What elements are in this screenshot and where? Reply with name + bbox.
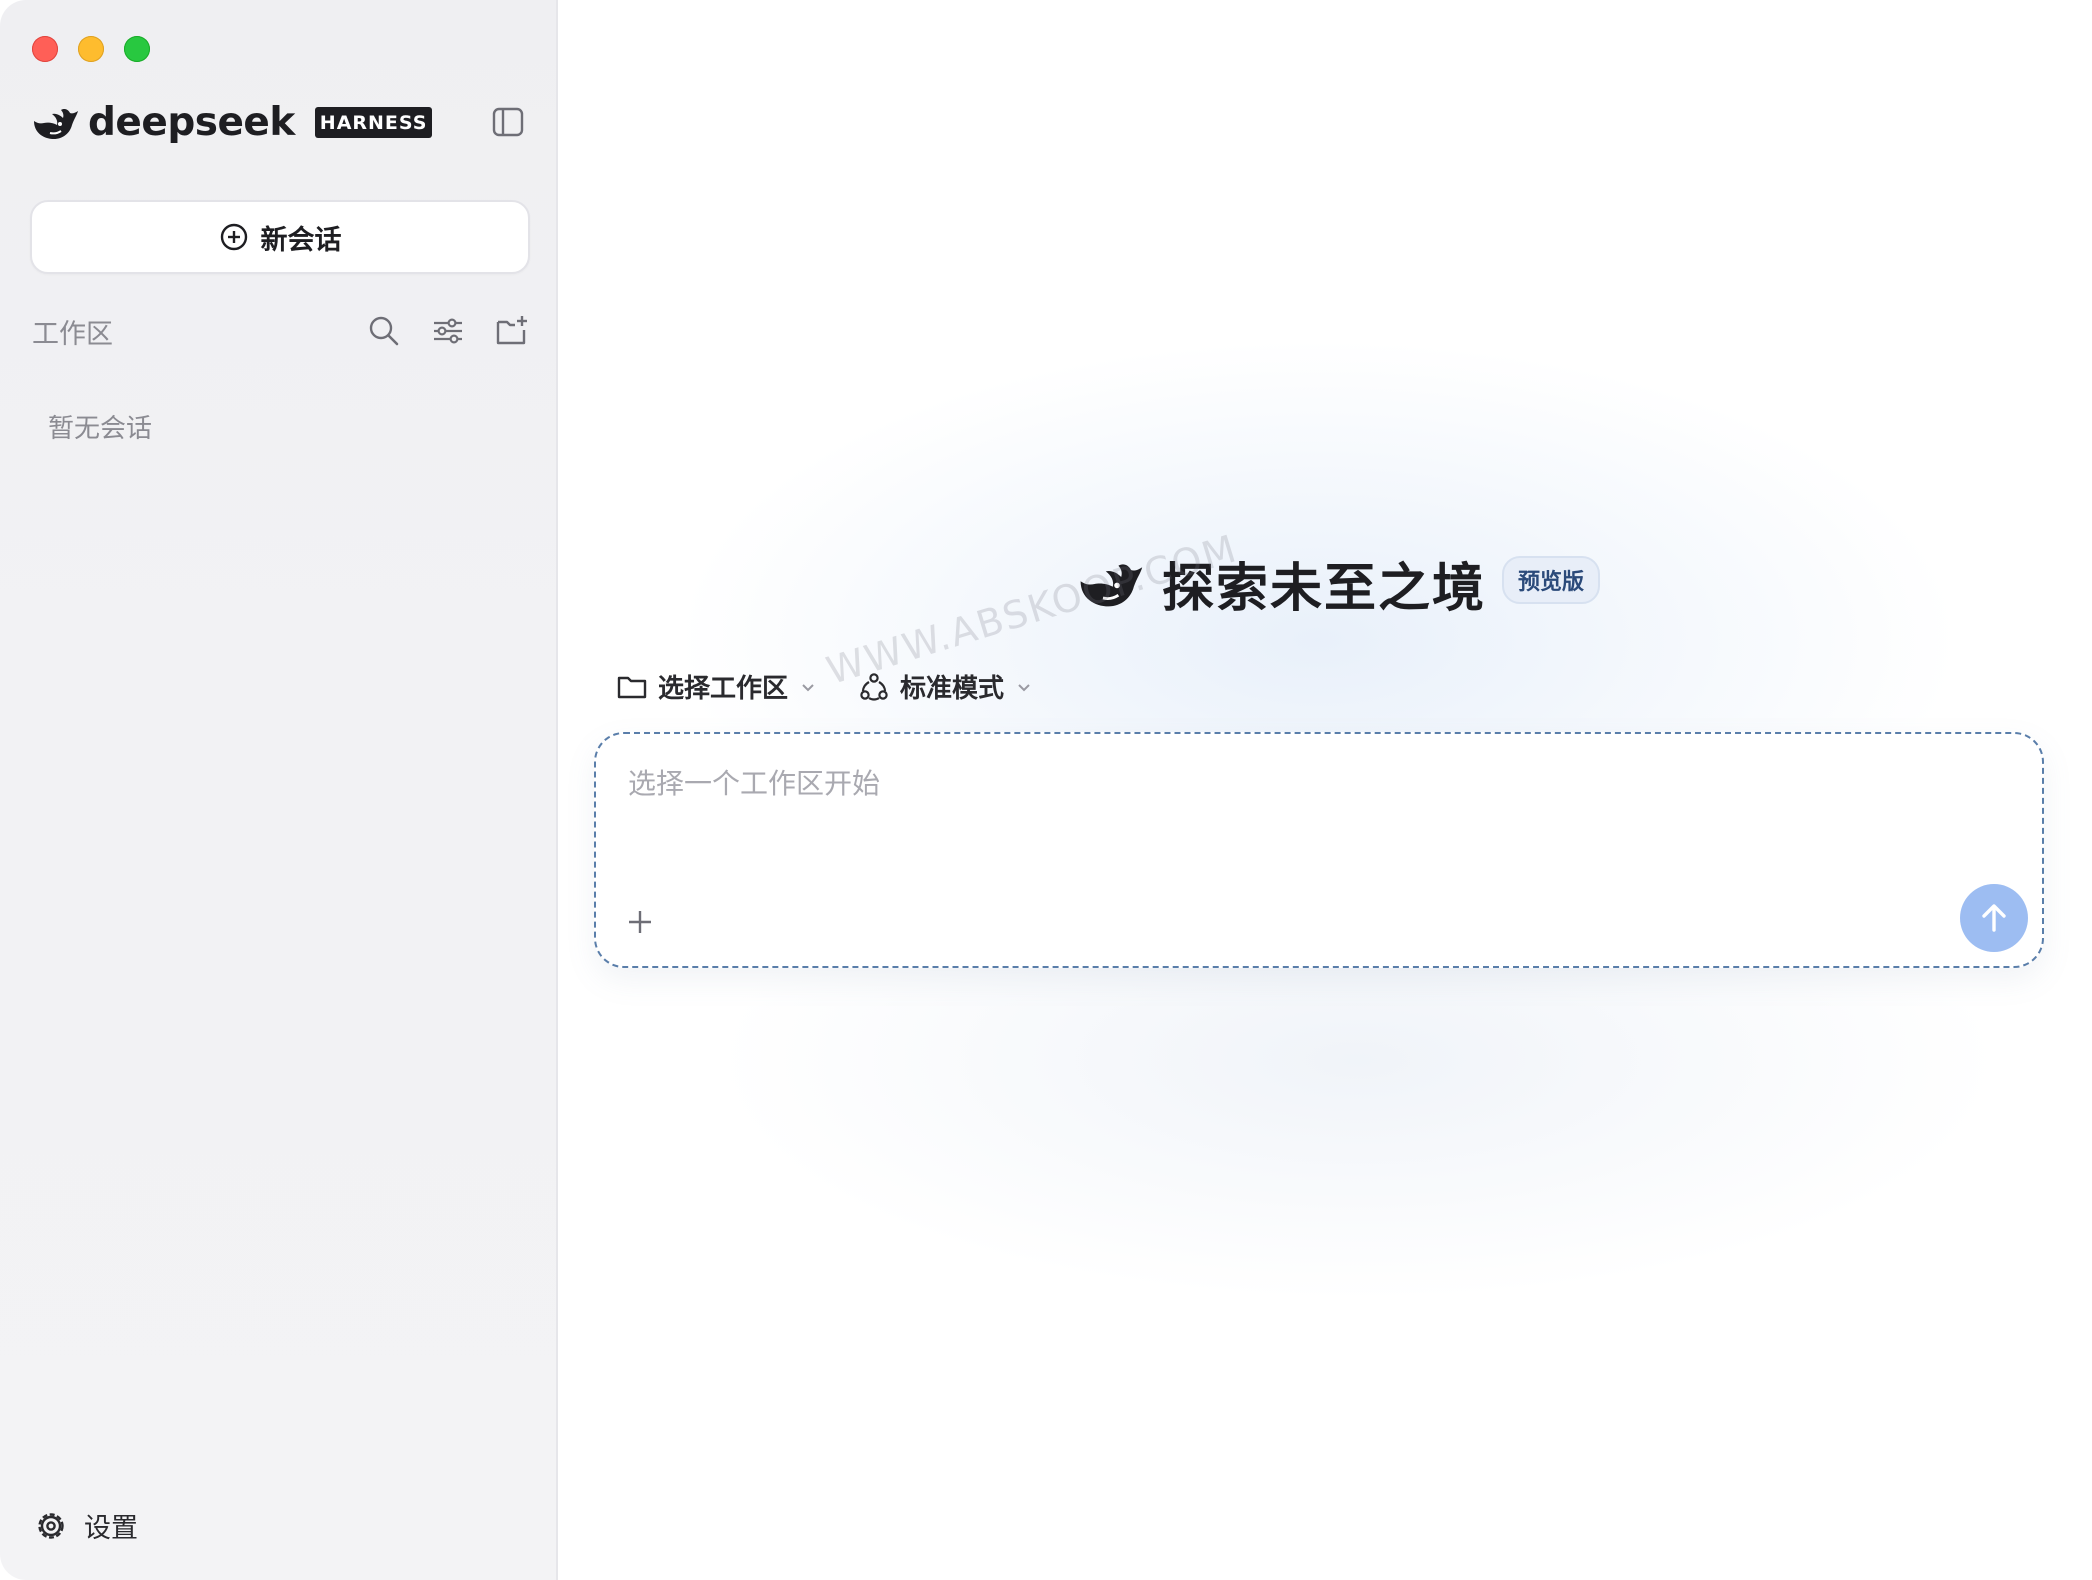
- chevron-down-icon: [802, 683, 814, 691]
- mode-icon: [860, 672, 888, 701]
- chevron-down-icon: [1018, 683, 1030, 691]
- new-chat-label: 新会话: [260, 224, 342, 256]
- new-chat-button[interactable]: 新会话: [30, 200, 530, 274]
- workspace-header: 工作区: [32, 310, 530, 352]
- workspace-selector[interactable]: 选择工作区: [616, 668, 818, 705]
- empty-sessions-text: 暂无会话: [48, 414, 153, 444]
- minimize-window-button[interactable]: [78, 36, 104, 62]
- new-folder-icon[interactable]: [494, 313, 530, 349]
- hero-heading: 探索未至之境 预览版: [570, 546, 2092, 621]
- plus-circle-icon: [220, 223, 247, 251]
- sidebar: deepseek HARNESS 新会话 工作区 暂无会话 设置: [0, 0, 558, 1580]
- sidebar-toggle-icon[interactable]: [490, 104, 526, 140]
- app-window: deepseek HARNESS 新会话 工作区 暂无会话 设置 探索未至之境 …: [0, 0, 2092, 1580]
- main-panel: 探索未至之境 预览版 选择工作区 标准模式 选择一个工作区开始 WWW.ABSK…: [558, 0, 2092, 1580]
- settings-label: 设置: [84, 1513, 138, 1544]
- workspace-label: 工作区: [32, 318, 113, 350]
- preview-badge: 预览版: [1502, 555, 1601, 604]
- maximize-window-button[interactable]: [124, 36, 150, 62]
- prompt-input[interactable]: [626, 766, 1930, 801]
- close-window-button[interactable]: [32, 36, 58, 62]
- settings-button[interactable]: 设置: [34, 1506, 138, 1545]
- hero-title: 探索未至之境: [1161, 559, 1486, 619]
- deepseek-whale-icon: [1080, 563, 1143, 606]
- workspace-selector-label: 选择工作区: [658, 674, 789, 704]
- send-button[interactable]: [1960, 884, 2028, 952]
- filter-sliders-icon[interactable]: [430, 313, 466, 349]
- plus-icon[interactable]: [620, 902, 660, 942]
- mode-selector[interactable]: 标准模式: [858, 668, 1034, 705]
- deepseek-whale-icon: [34, 108, 78, 139]
- brand-badge: HARNESS: [314, 107, 433, 138]
- folder-icon: [617, 676, 647, 698]
- prompt-input-box: [594, 732, 2044, 968]
- search-icon[interactable]: [366, 313, 402, 349]
- input-controls: 选择工作区 标准模式: [616, 668, 1034, 705]
- arrow-up-icon: [1982, 904, 2006, 932]
- mode-selector-label: 标准模式: [900, 674, 1005, 704]
- gear-icon: [38, 1512, 64, 1539]
- brand-logo: deepseek HARNESS: [30, 100, 433, 145]
- window-controls: [32, 36, 150, 62]
- brand-name: deepseek: [88, 100, 295, 145]
